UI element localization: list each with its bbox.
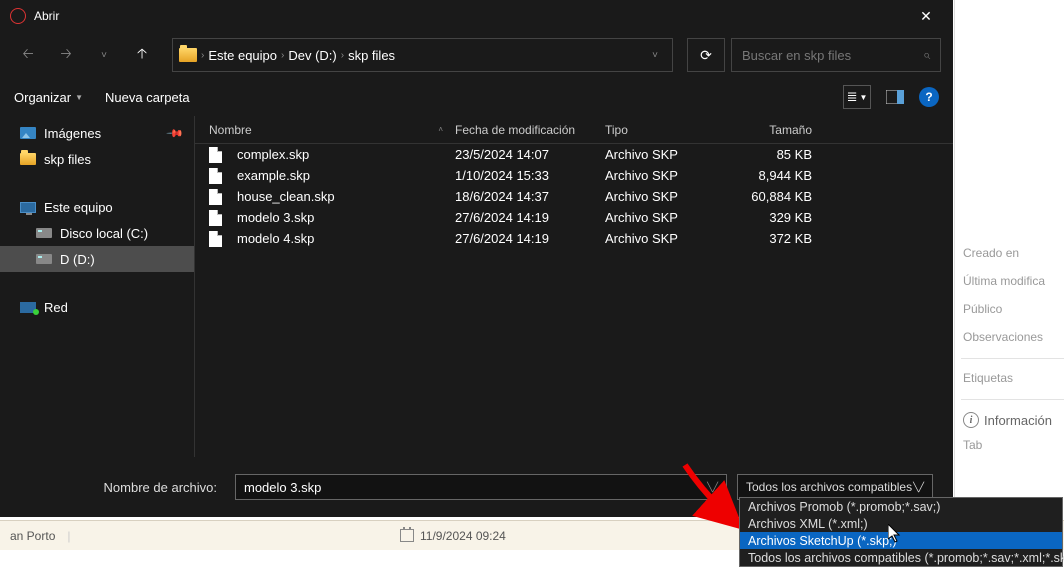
disk-icon xyxy=(36,254,52,264)
sidebar-item-skpfiles[interactable]: skp files xyxy=(0,146,194,172)
chevron-down-icon: ╲╱ xyxy=(913,482,924,493)
sidebar: Imágenes 📌 skp files Este equipo Disco l… xyxy=(0,116,195,457)
pin-icon: 📌 xyxy=(166,124,185,143)
folder-icon xyxy=(20,153,36,165)
back-button[interactable]: 🡠 xyxy=(12,39,44,71)
up-button[interactable]: 🡡 xyxy=(126,39,158,71)
prop-public: Público xyxy=(963,302,1064,316)
filename-label: Nombre de archivo: xyxy=(20,480,225,495)
close-button[interactable]: ✕ xyxy=(903,0,949,32)
refresh-button[interactable]: ⟳ xyxy=(687,38,725,72)
breadcrumb-item[interactable]: Dev (D:) xyxy=(288,48,336,63)
column-date[interactable]: Fecha de modificación xyxy=(455,123,605,137)
file-row[interactable]: complex.skp23/5/2024 14:07Archivo SKP85 … xyxy=(195,144,953,165)
prop-observations: Observaciones xyxy=(963,330,1064,344)
app-icon xyxy=(10,8,26,24)
forward-button[interactable]: 🡢 xyxy=(50,39,82,71)
navbar: 🡠 🡢 ˅ 🡡 › Este equipo › Dev (D:) › skp f… xyxy=(0,32,953,78)
properties-panel: Creado en Última modifica Público Observ… xyxy=(954,0,1064,520)
disk-icon xyxy=(36,228,52,238)
chevron-right-icon: › xyxy=(341,50,344,61)
file-row[interactable]: example.skp1/10/2024 15:33Archivo SKP8,9… xyxy=(195,165,953,186)
file-icon xyxy=(209,189,222,205)
images-icon xyxy=(20,127,36,139)
organize-button[interactable]: Organizar ▼ xyxy=(14,90,83,105)
file-icon xyxy=(209,168,222,184)
folder-icon xyxy=(179,48,197,62)
file-icon xyxy=(209,210,222,226)
open-dialog: Abrir ✕ 🡠 🡢 ˅ 🡡 › Este equipo › Dev (D:)… xyxy=(0,0,953,517)
preview-pane-button[interactable] xyxy=(881,85,909,109)
address-bar[interactable]: › Este equipo › Dev (D:) › skp files ˅ xyxy=(172,38,673,72)
filter-option-promob[interactable]: Archivos Promob (*.promob;*.sav;) xyxy=(740,498,1062,515)
sidebar-item-images[interactable]: Imágenes 📌 xyxy=(0,120,194,146)
file-icon xyxy=(209,147,222,163)
chevron-right-icon: › xyxy=(281,50,284,61)
chevron-down-icon: ▼ xyxy=(75,93,83,102)
chevron-down-icon[interactable]: ˅ xyxy=(644,50,666,61)
prop-info: i Información xyxy=(963,412,1064,428)
file-icon xyxy=(209,231,222,247)
cursor-icon xyxy=(888,524,902,544)
file-row[interactable]: modelo 4.skp27/6/2024 14:19Archivo SKP37… xyxy=(195,228,953,249)
titlebar: Abrir ✕ xyxy=(0,0,953,32)
prop-lastmod: Última modifica xyxy=(963,274,1064,288)
column-size[interactable]: Tamaño xyxy=(730,123,830,137)
filter-option-all[interactable]: Todos los archivos compatibles (*.promob… xyxy=(740,549,1062,566)
column-headers: Nombre˄ Fecha de modificación Tipo Tamañ… xyxy=(195,116,953,144)
breadcrumb-item[interactable]: Este equipo xyxy=(208,48,277,63)
view-list-button[interactable]: ≣ ▼ xyxy=(843,85,871,109)
prop-created: Creado en xyxy=(963,246,1064,260)
chevron-right-icon: › xyxy=(201,50,204,61)
network-icon xyxy=(20,302,36,313)
status-datetime: 11/9/2024 09:24 xyxy=(420,529,506,543)
prop-tab: Tab xyxy=(963,438,1064,452)
search-icon: ⌕ xyxy=(923,47,930,63)
search-input[interactable]: Buscar en skp files ⌕ xyxy=(731,38,941,72)
sort-indicator-icon: ˄ xyxy=(438,125,443,134)
sidebar-item-thispc[interactable]: Este equipo xyxy=(0,194,194,220)
window-title: Abrir xyxy=(34,9,903,23)
sidebar-item-drive-c[interactable]: Disco local (C:) xyxy=(0,220,194,246)
pc-icon xyxy=(20,202,36,213)
prop-tags: Etiquetas xyxy=(963,371,1064,385)
info-icon: i xyxy=(963,412,979,428)
calendar-icon xyxy=(400,529,414,542)
sidebar-item-drive-d[interactable]: D (D:) xyxy=(0,246,194,272)
file-row[interactable]: modelo 3.skp27/6/2024 14:19Archivo SKP32… xyxy=(195,207,953,228)
toolbar: Organizar ▼ Nueva carpeta ≣ ▼ ? xyxy=(0,78,953,116)
recent-dropdown[interactable]: ˅ xyxy=(88,39,120,71)
help-button[interactable]: ? xyxy=(919,87,939,107)
column-type[interactable]: Tipo xyxy=(605,123,730,137)
column-name[interactable]: Nombre˄ xyxy=(195,123,455,137)
breadcrumb-item[interactable]: skp files xyxy=(348,48,395,63)
new-folder-button[interactable]: Nueva carpeta xyxy=(105,90,190,105)
search-placeholder: Buscar en skp files xyxy=(742,48,851,63)
status-user: an Porto xyxy=(10,529,55,543)
filename-input[interactable]: modelo 3.skp ╲╱ xyxy=(235,474,727,500)
file-list: Nombre˄ Fecha de modificación Tipo Tamañ… xyxy=(195,116,953,457)
file-row[interactable]: house_clean.skp18/6/2024 14:37Archivo SK… xyxy=(195,186,953,207)
sidebar-item-network[interactable]: Red xyxy=(0,294,194,320)
